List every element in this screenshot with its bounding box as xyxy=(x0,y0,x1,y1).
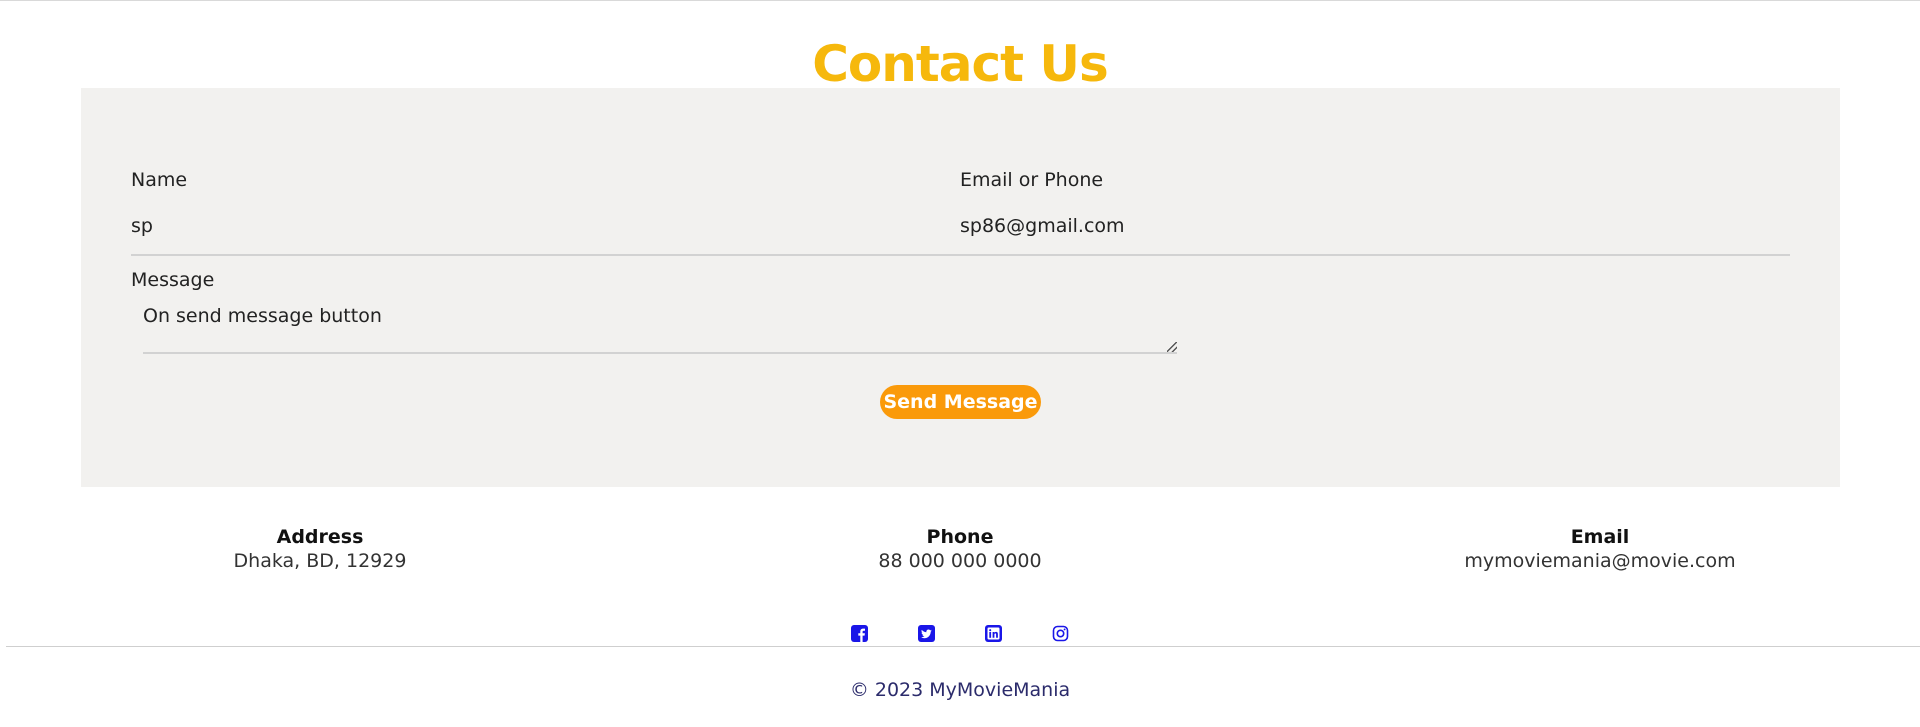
email-or-phone-label: Email or Phone xyxy=(960,169,1104,191)
email-or-phone-field[interactable]: sp86@gmail.com xyxy=(960,214,1125,238)
twitter-icon[interactable] xyxy=(918,625,935,642)
page-title: Contact Us xyxy=(812,35,1109,93)
message-underline xyxy=(143,352,1177,354)
name-field[interactable]: sp xyxy=(131,214,153,238)
email-block: Email mymoviemania@movie.com xyxy=(1400,525,1800,573)
linkedin-icon[interactable] xyxy=(985,625,1002,642)
send-message-button[interactable]: Send Message xyxy=(880,385,1041,419)
top-divider xyxy=(0,0,1920,1)
fields-underline xyxy=(131,254,1790,256)
email-value: mymoviemania@movie.com xyxy=(1464,550,1736,572)
facebook-icon[interactable] xyxy=(851,625,868,642)
message-textarea[interactable]: On send message button xyxy=(143,304,1177,354)
footer-divider xyxy=(6,646,1920,647)
copyright-text: © 2023 MyMovieMania xyxy=(849,679,1071,701)
resize-handle-icon[interactable] xyxy=(1167,342,1177,352)
address-block: Address Dhaka, BD, 12929 xyxy=(120,525,520,573)
contact-form-panel: Name sp Email or Phone sp86@gmail.com Me… xyxy=(81,88,1840,487)
phone-block: Phone 88 000 000 0000 xyxy=(760,525,1160,573)
phone-title: Phone xyxy=(926,526,994,548)
message-label: Message xyxy=(131,269,215,291)
name-label: Name xyxy=(131,169,188,191)
email-title: Email xyxy=(1570,526,1630,548)
address-value: Dhaka, BD, 12929 xyxy=(233,550,407,572)
social-links xyxy=(0,625,1920,645)
address-title: Address xyxy=(276,526,364,548)
message-text: On send message button xyxy=(143,305,382,327)
instagram-icon[interactable] xyxy=(1052,625,1069,642)
phone-value: 88 000 000 0000 xyxy=(878,550,1042,572)
